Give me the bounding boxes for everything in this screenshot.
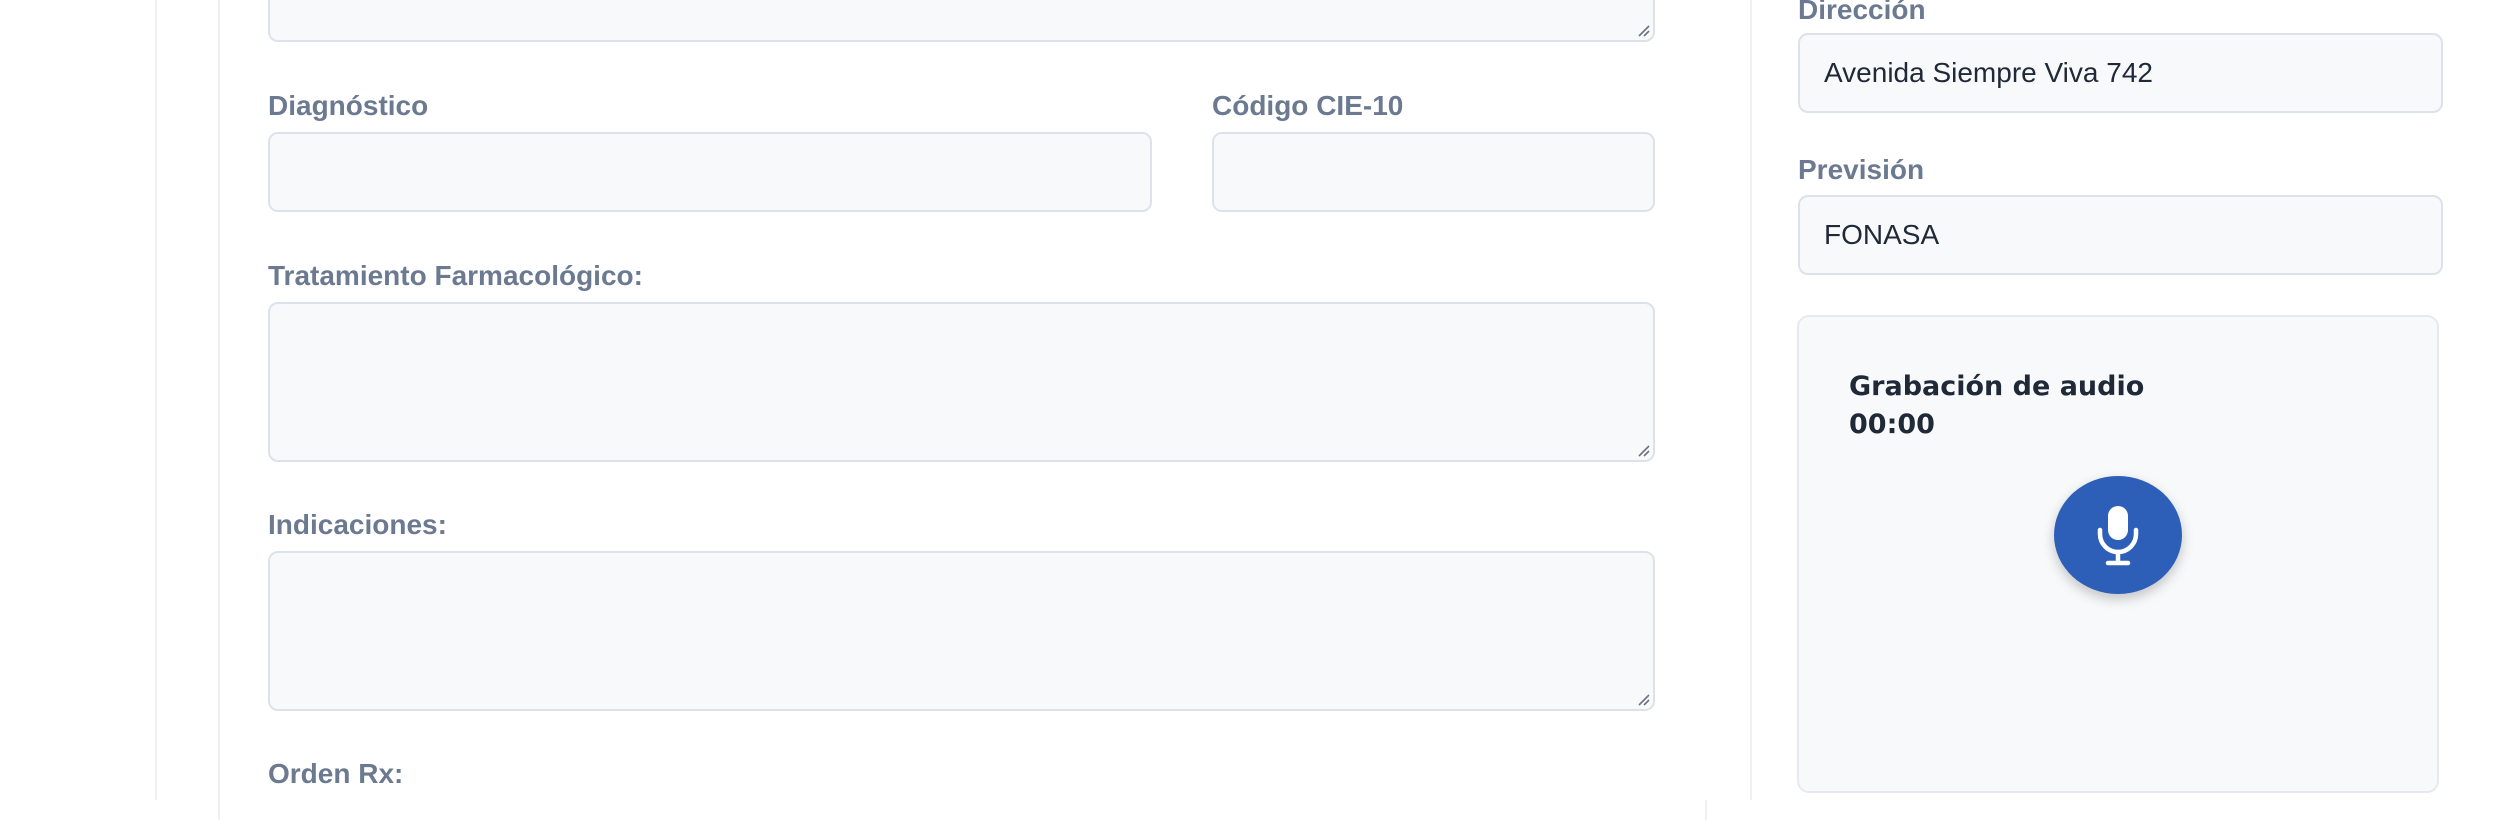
direccion-label: Dirección xyxy=(1798,0,1926,25)
codigo-cie10-input[interactable] xyxy=(1212,132,1655,212)
microphone-icon xyxy=(2097,506,2139,566)
tratamiento-label: Tratamiento Farmacológico: xyxy=(268,260,643,291)
indicaciones-label: Indicaciones: xyxy=(268,509,447,540)
orden-rx-label: Orden Rx: xyxy=(268,758,404,789)
record-audio-button[interactable] xyxy=(2054,476,2182,594)
left-margin xyxy=(0,0,157,800)
diagnostico-input[interactable] xyxy=(268,132,1152,212)
direccion-input[interactable]: Avenida Siempre Viva 742 xyxy=(1798,33,2443,113)
audio-recording-title: Grabación de audio xyxy=(1849,371,2145,402)
resize-grip-icon[interactable] xyxy=(1635,691,1651,707)
resize-grip-icon[interactable] xyxy=(1635,22,1651,38)
tratamiento-textarea[interactable] xyxy=(268,302,1655,462)
prevision-input[interactable]: FONASA xyxy=(1798,195,2443,275)
prevision-label: Previsión xyxy=(1798,154,1925,185)
resize-grip-icon[interactable] xyxy=(1635,442,1651,458)
indicaciones-textarea[interactable] xyxy=(268,551,1655,711)
codigo-cie10-label: Código CIE-10 xyxy=(1212,90,1404,121)
audio-timer: 00:00 xyxy=(1849,409,1935,440)
diagnostico-label: Diagnóstico xyxy=(268,90,429,121)
column-gap xyxy=(1704,0,1752,800)
previous-textarea[interactable] xyxy=(268,0,1655,42)
audio-recording-panel: Grabación de audio 00:00 xyxy=(1797,315,2439,793)
